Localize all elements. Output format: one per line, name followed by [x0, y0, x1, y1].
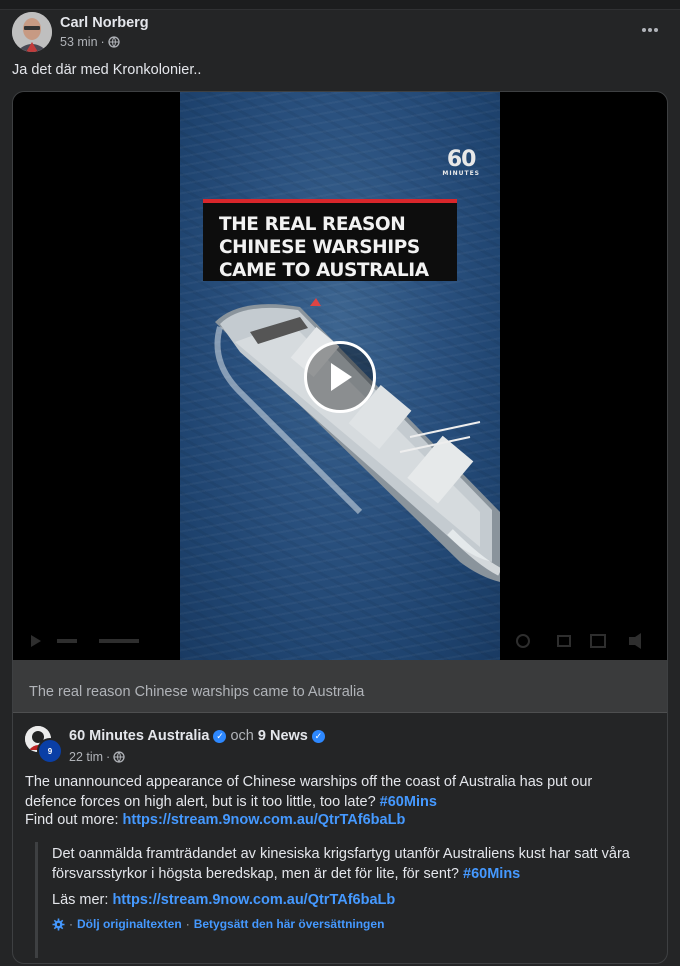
globe-icon [113, 751, 125, 763]
headline-line-1: THE REAL REASON [219, 214, 406, 235]
translated-hashtag-link[interactable]: #60Mins [463, 866, 520, 882]
footer-separator: · [185, 917, 190, 931]
page-name-60-minutes[interactable]: 60 Minutes Australia [69, 728, 209, 744]
video-headline-box: THE REAL REASON CHINESE WARSHIPS CAME TO… [203, 199, 457, 281]
globe-icon [108, 36, 120, 48]
author-avatar[interactable] [12, 12, 52, 52]
verified-badge-icon: ✓ [311, 729, 325, 743]
shared-original-post: 9 60 Minutes Australia ✓ och 9 News ✓ 22… [13, 714, 667, 963]
shared-body-text: The unannounced appearance of Chinese wa… [25, 774, 593, 810]
video-frame: 60 MINUTES THE REAL REASON CHINESE WARSH… [180, 92, 500, 660]
hide-original-link[interactable]: Dölj originaltexten [77, 917, 182, 931]
find-out-more-label: Find out more: [25, 812, 119, 828]
meta-separator: · [100, 35, 105, 49]
author-name[interactable]: Carl Norberg [60, 15, 149, 31]
headline-line-3: CAME TO AUSTRALIA [219, 260, 429, 281]
post-time[interactable]: 53 min [60, 35, 98, 49]
60-minutes-logo: 60 MINUTES [442, 147, 480, 178]
translated-stream-link[interactable]: https://stream.9now.com.au/QtrTAf6baLb [112, 892, 395, 908]
translated-body: Det oanmälda framträdandet av kinesiska … [52, 844, 655, 884]
pip-icon [557, 635, 571, 647]
hashtag-link[interactable]: #60Mins [380, 794, 437, 810]
footer-separator: · [69, 917, 73, 931]
video-controls [13, 628, 667, 654]
logo-number: 60 [446, 147, 477, 172]
control-progress-icon [99, 639, 139, 643]
post-text: Ja det där med Kronkolonier.. [12, 62, 202, 78]
shared-meta: 22 tim · [69, 750, 125, 764]
translation-block: Det oanmälda framträdandet av kinesiska … [35, 842, 655, 958]
shared-time[interactable]: 22 tim [69, 750, 103, 764]
post-header: Carl Norberg 53 min · [12, 12, 668, 52]
shared-avatars[interactable]: 9 [25, 726, 65, 766]
translation-footer: · Dölj originaltexten · Betygsätt den hä… [52, 917, 655, 931]
translated-body-text: Det oanmälda framträdandet av kinesiska … [52, 846, 630, 882]
fullscreen-icon [590, 634, 606, 648]
video-link-title[interactable]: The real reason Chinese warships came to… [13, 660, 667, 713]
shared-post-card: 60 MINUTES THE REAL REASON CHINESE WARSH… [12, 91, 668, 964]
verified-badge-icon: ✓ [213, 729, 227, 743]
control-time-icon [57, 639, 77, 643]
9-news-avatar[interactable]: 9 [37, 738, 63, 764]
post-card: Carl Norberg 53 min · Ja det där med Kro… [0, 0, 680, 966]
headline-line-2: CHINESE WARSHIPS [219, 237, 420, 258]
and-label: och [230, 728, 254, 744]
meta-separator: · [106, 750, 111, 764]
translated-find-label: Läs mer: [52, 892, 109, 908]
more-options-icon[interactable] [638, 18, 662, 42]
stream-link[interactable]: https://stream.9now.com.au/QtrTAf6baLb [123, 812, 406, 828]
settings-icon [516, 634, 530, 648]
play-button[interactable] [304, 341, 376, 413]
shared-body: The unannounced appearance of Chinese wa… [25, 772, 645, 812]
translated-find-out-more: Läs mer: https://stream.9now.com.au/QtrT… [52, 892, 655, 908]
page-name-9-news[interactable]: 9 News [258, 728, 308, 744]
feed-divider [0, 0, 680, 10]
control-play-icon [31, 635, 41, 647]
gear-icon [52, 918, 65, 930]
volume-icon [629, 633, 641, 649]
video-player[interactable]: 60 MINUTES THE REAL REASON CHINESE WARSH… [13, 92, 667, 660]
rate-translation-link[interactable]: Betygsätt den här översättningen [194, 917, 385, 931]
shared-page-names: 60 Minutes Australia ✓ och 9 News ✓ [69, 728, 325, 744]
post-meta: 53 min · [60, 35, 120, 49]
play-icon [331, 363, 352, 391]
find-out-more: Find out more: https://stream.9now.com.a… [25, 812, 405, 828]
logo-text: MINUTES [442, 170, 480, 177]
